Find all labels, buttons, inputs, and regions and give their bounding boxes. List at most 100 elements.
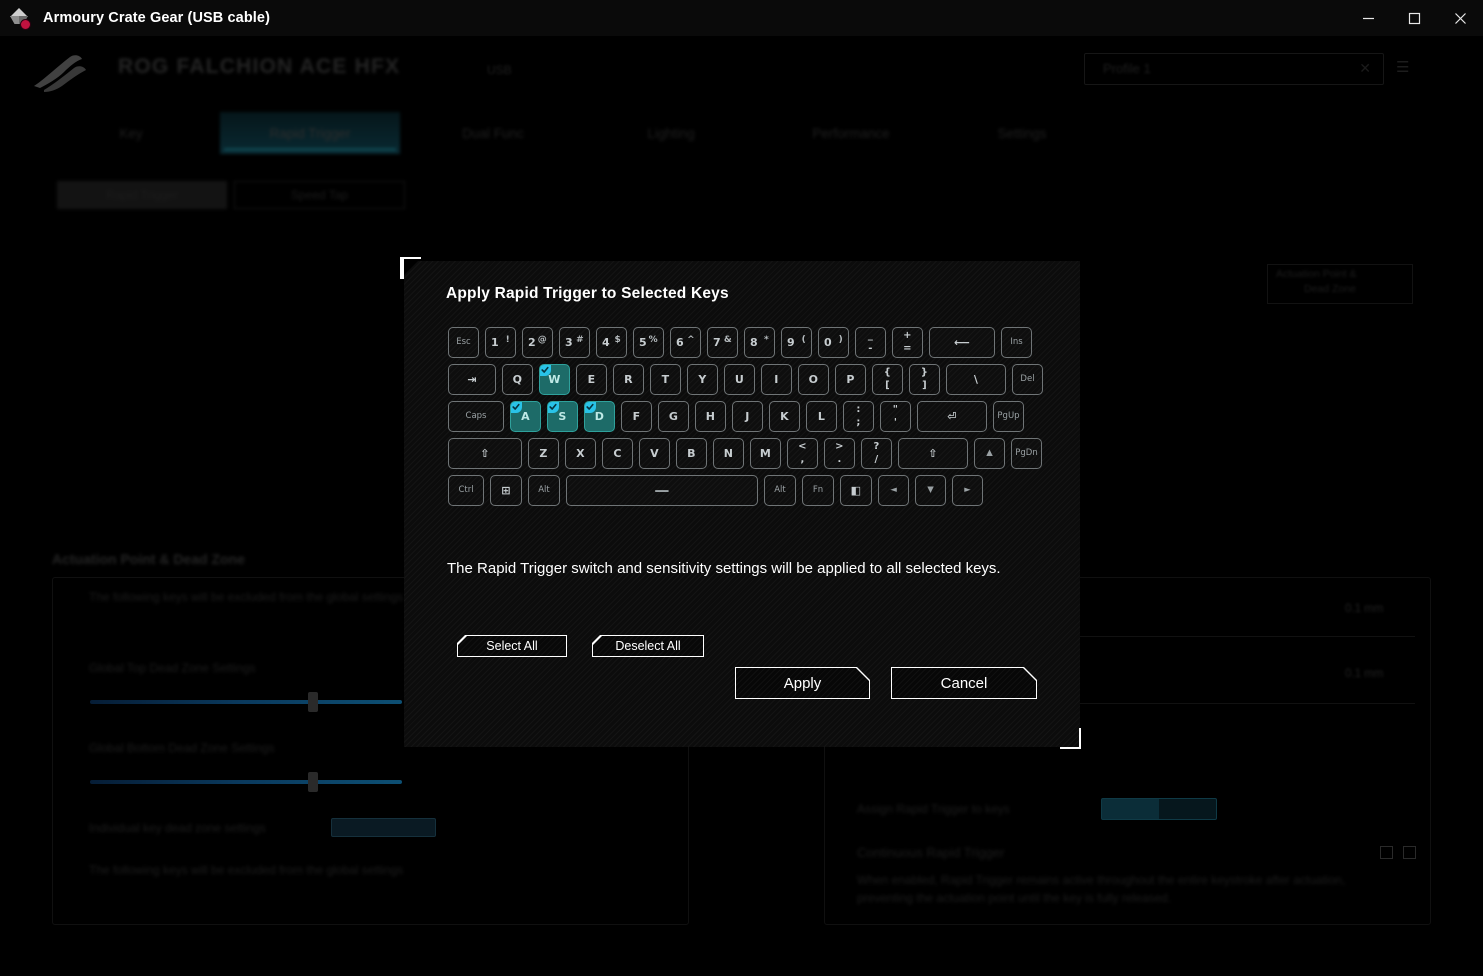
key-lesscomma[interactable]: <, [787, 438, 818, 469]
key-pgup[interactable]: PgUp [993, 401, 1024, 432]
key-2[interactable]: 2 @ [522, 327, 553, 358]
key-legend: R [624, 373, 633, 386]
maximize-icon[interactable] [1391, 0, 1437, 36]
key-w[interactable]: W [539, 364, 570, 395]
key-tab[interactable]: ⇥ [448, 364, 496, 395]
key-9[interactable]: 9( [781, 327, 812, 358]
keyboard-key-selector[interactable]: Esc 1! 2 @3 #4 $5% 6 ^ 7 & 8 * 9(0) _ - + = ⟵ Ins ⇥ Q W E R T Y U I… [448, 327, 1043, 512]
key-questionslash[interactable]: ? / [861, 438, 892, 469]
key-q[interactable]: Q [502, 364, 533, 395]
key-ctrl[interactable]: Ctrl [448, 475, 484, 506]
key-4[interactable]: 4 $ [596, 327, 627, 358]
subtab-speed-tap[interactable]: Speed Tap [234, 181, 405, 209]
key-enter[interactable]: ⏎ [917, 401, 987, 432]
key-shift[interactable]: ⇧ [448, 438, 522, 469]
key-backslash[interactable]: \ [946, 364, 1006, 395]
key-j[interactable]: J [732, 401, 763, 432]
key-esc[interactable]: Esc [448, 327, 479, 358]
deselect-all-button[interactable]: Deselect All [592, 635, 704, 657]
key-arrow-left[interactable]: ◄ [878, 475, 909, 506]
key-e[interactable]: E [576, 364, 607, 395]
key-x[interactable]: X [565, 438, 596, 469]
key-p[interactable]: P [835, 364, 866, 395]
key-colonsemicolon[interactable]: :; [843, 401, 874, 432]
key-greaterperiod[interactable]: >. [824, 438, 855, 469]
key-caps[interactable]: Caps [448, 401, 504, 432]
key-g[interactable]: G [658, 401, 689, 432]
tab-settings[interactable]: Settings [975, 112, 1069, 154]
select-all-button[interactable]: Select All [457, 635, 567, 657]
close-icon[interactable] [1437, 0, 1483, 36]
global-bottom-dead-zone-slider[interactable] [90, 780, 402, 784]
global-bottom-dead-zone-handle[interactable] [308, 772, 318, 792]
apply-button[interactable]: Apply [735, 667, 870, 699]
key-arrow-down[interactable]: ▼ [915, 475, 946, 506]
key-i[interactable]: I [761, 364, 792, 395]
tab-rapid-trigger[interactable]: Rapid Trigger [220, 112, 400, 154]
key-del[interactable]: Del [1012, 364, 1043, 395]
close-icon[interactable]: ✕ [1359, 60, 1371, 77]
key-u[interactable]: U [724, 364, 755, 395]
toggle-icon[interactable] [1403, 846, 1416, 859]
tab-dual-func[interactable]: Dual Func [440, 112, 546, 154]
key-8[interactable]: 8 * [744, 327, 775, 358]
key-shift[interactable]: ⇧ [898, 438, 968, 469]
key-s[interactable]: S [547, 401, 578, 432]
key-alt[interactable]: Alt [764, 475, 796, 506]
profile-icon[interactable]: ☰ [1396, 58, 1409, 76]
key-pgdn[interactable]: PgDn [1011, 438, 1042, 469]
individual-key-dead-zone-value[interactable] [331, 818, 436, 837]
key-underscoreminus[interactable]: _ - [855, 327, 886, 358]
key-alt[interactable]: Alt [528, 475, 560, 506]
key-r[interactable]: R [613, 364, 644, 395]
key-y[interactable]: Y [687, 364, 718, 395]
key-t[interactable]: T [650, 364, 681, 395]
key-armoury[interactable]: ◧ [840, 475, 872, 506]
tab-key[interactable]: Key [100, 112, 162, 154]
key-1[interactable]: 1! [485, 327, 516, 358]
key-brace-leftbracket-left[interactable]: {[ [872, 364, 903, 395]
key-v[interactable]: V [639, 438, 670, 469]
key-space[interactable]: — [566, 475, 758, 506]
key-m[interactable]: M [750, 438, 781, 469]
global-top-dead-zone-handle[interactable] [308, 692, 318, 712]
key-plusequals[interactable]: + = [892, 327, 923, 358]
key-l[interactable]: L [806, 401, 837, 432]
apply-to-keys-button[interactable] [1101, 798, 1217, 820]
key-f[interactable]: F [621, 401, 652, 432]
search-input[interactable]: Profile 1 ✕ [1084, 53, 1384, 85]
actuation-dead-zone-chip[interactable]: Actuation Point & Dead Zone [1267, 264, 1413, 304]
key-legend-top: { [883, 367, 892, 378]
key-0[interactable]: 0) [818, 327, 849, 358]
key-n[interactable]: N [713, 438, 744, 469]
tab-performance[interactable]: Performance [790, 112, 912, 154]
cancel-button[interactable]: Cancel [891, 667, 1037, 699]
key-arrow-right[interactable]: ► [952, 475, 983, 506]
key-backspace[interactable]: ⟵ [929, 327, 995, 358]
key-3[interactable]: 3 # [559, 327, 590, 358]
global-top-dead-zone-slider[interactable] [90, 700, 402, 704]
key-windows[interactable]: ⊞ [490, 475, 522, 506]
minimize-icon[interactable] [1345, 0, 1391, 36]
key-5[interactable]: 5% [633, 327, 664, 358]
product-name: ROG FALCHION ACE HFX [118, 55, 401, 78]
key-h[interactable]: H [695, 401, 726, 432]
key-o[interactable]: O [798, 364, 829, 395]
key-fn[interactable]: Fn [802, 475, 834, 506]
key-ins[interactable]: Ins [1001, 327, 1032, 358]
key-7[interactable]: 7 & [707, 327, 738, 358]
key-quoteapostrophe[interactable]: " ' [880, 401, 911, 432]
key-z[interactable]: Z [528, 438, 559, 469]
key-d[interactable]: D [584, 401, 615, 432]
key-brace-rightbracket-right[interactable]: }] [909, 364, 940, 395]
key-6[interactable]: 6 ^ [670, 327, 701, 358]
key-legend-symbol: ) [838, 335, 843, 345]
subtab-rapid-trigger[interactable]: Rapid Trigger [57, 181, 227, 209]
key-b[interactable]: B [676, 438, 707, 469]
key-k[interactable]: K [769, 401, 800, 432]
key-arrow-up[interactable]: ▲ [974, 438, 1005, 469]
info-icon[interactable] [1380, 846, 1393, 859]
key-c[interactable]: C [602, 438, 633, 469]
key-a[interactable]: A [510, 401, 541, 432]
tab-lighting[interactable]: Lighting [625, 112, 717, 154]
